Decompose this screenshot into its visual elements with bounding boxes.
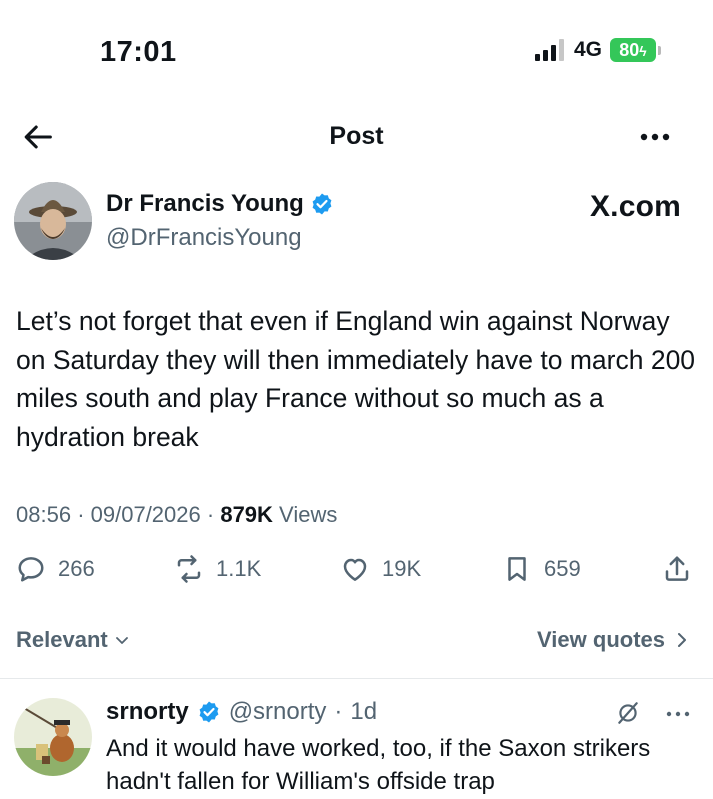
chevron-down-icon <box>115 637 128 644</box>
divider <box>0 678 713 679</box>
like-button[interactable]: 19K <box>340 554 421 584</box>
reply-avatar[interactable] <box>14 698 92 776</box>
author-avatar[interactable] <box>14 182 92 260</box>
bookmark-icon <box>508 557 526 581</box>
author-name[interactable]: Dr Francis Young <box>106 190 304 218</box>
status-time: 17:01 <box>100 36 177 68</box>
bookmark-count: 659 <box>544 556 581 581</box>
view-quotes-link[interactable]: View quotes <box>537 627 689 653</box>
views-count[interactable]: 879K <box>220 502 273 527</box>
share-icon <box>665 556 689 581</box>
status-bar: 17:01 4G 80ϟ <box>0 0 713 100</box>
repost-button[interactable]: 1.1K <box>174 554 261 584</box>
bookmark-button[interactable]: 659 <box>502 554 581 584</box>
share-button[interactable] <box>662 554 692 584</box>
reply-age: 1d <box>350 698 378 725</box>
signal-strength-icon <box>534 39 564 61</box>
reply-count: 266 <box>58 556 95 581</box>
heart-icon <box>343 558 367 581</box>
views-label: Views <box>279 502 338 527</box>
reply-text: And it would have worked, too, if the Sa… <box>106 735 651 795</box>
brand-logo: X.com <box>589 190 681 223</box>
post-text: Let’s not forget that even if England wi… <box>16 306 696 452</box>
post-date: 09/07/2026 <box>90 502 201 527</box>
author-handle[interactable]: @DrFrancisYoung <box>106 224 302 252</box>
verified-badge-icon <box>199 701 219 723</box>
reply-author-name[interactable]: srnorty <box>106 698 189 726</box>
page-title: Post <box>329 122 384 150</box>
status-indicators: 4G 80ϟ <box>534 38 661 62</box>
reply-author-handle[interactable]: @srnorty <box>229 698 327 726</box>
post-header: Post <box>0 112 713 162</box>
network-type: 4G <box>573 38 602 61</box>
sort-label: Relevant <box>16 627 108 652</box>
reply-header: srnorty @srnorty · 1d <box>106 698 378 726</box>
more-horizontal-icon[interactable] <box>663 704 693 724</box>
battery-level: 80ϟ <box>610 38 656 62</box>
chevron-right-icon <box>678 633 686 647</box>
repost-count: 1.1K <box>216 556 262 581</box>
repost-icon <box>177 555 201 583</box>
grok-icon[interactable] <box>615 700 641 726</box>
sort-dropdown[interactable]: Relevant <box>16 627 130 653</box>
verified-badge-icon <box>312 193 332 215</box>
reply-icon <box>18 557 44 582</box>
battery-icon: 80ϟ <box>610 38 661 62</box>
reply-button[interactable]: 266 <box>16 554 95 584</box>
like-count: 19K <box>382 556 422 581</box>
view-quotes-label: View quotes <box>537 627 665 652</box>
post-time: 08:56 <box>16 502 72 527</box>
author-name-row[interactable]: Dr Francis Young <box>106 190 334 218</box>
post-meta: 08:56 · 09/07/2026 · 879K Views <box>16 502 338 527</box>
more-horizontal-icon[interactable] <box>635 122 675 152</box>
post-actions: 266 1.1K 19K 659 <box>0 554 713 594</box>
